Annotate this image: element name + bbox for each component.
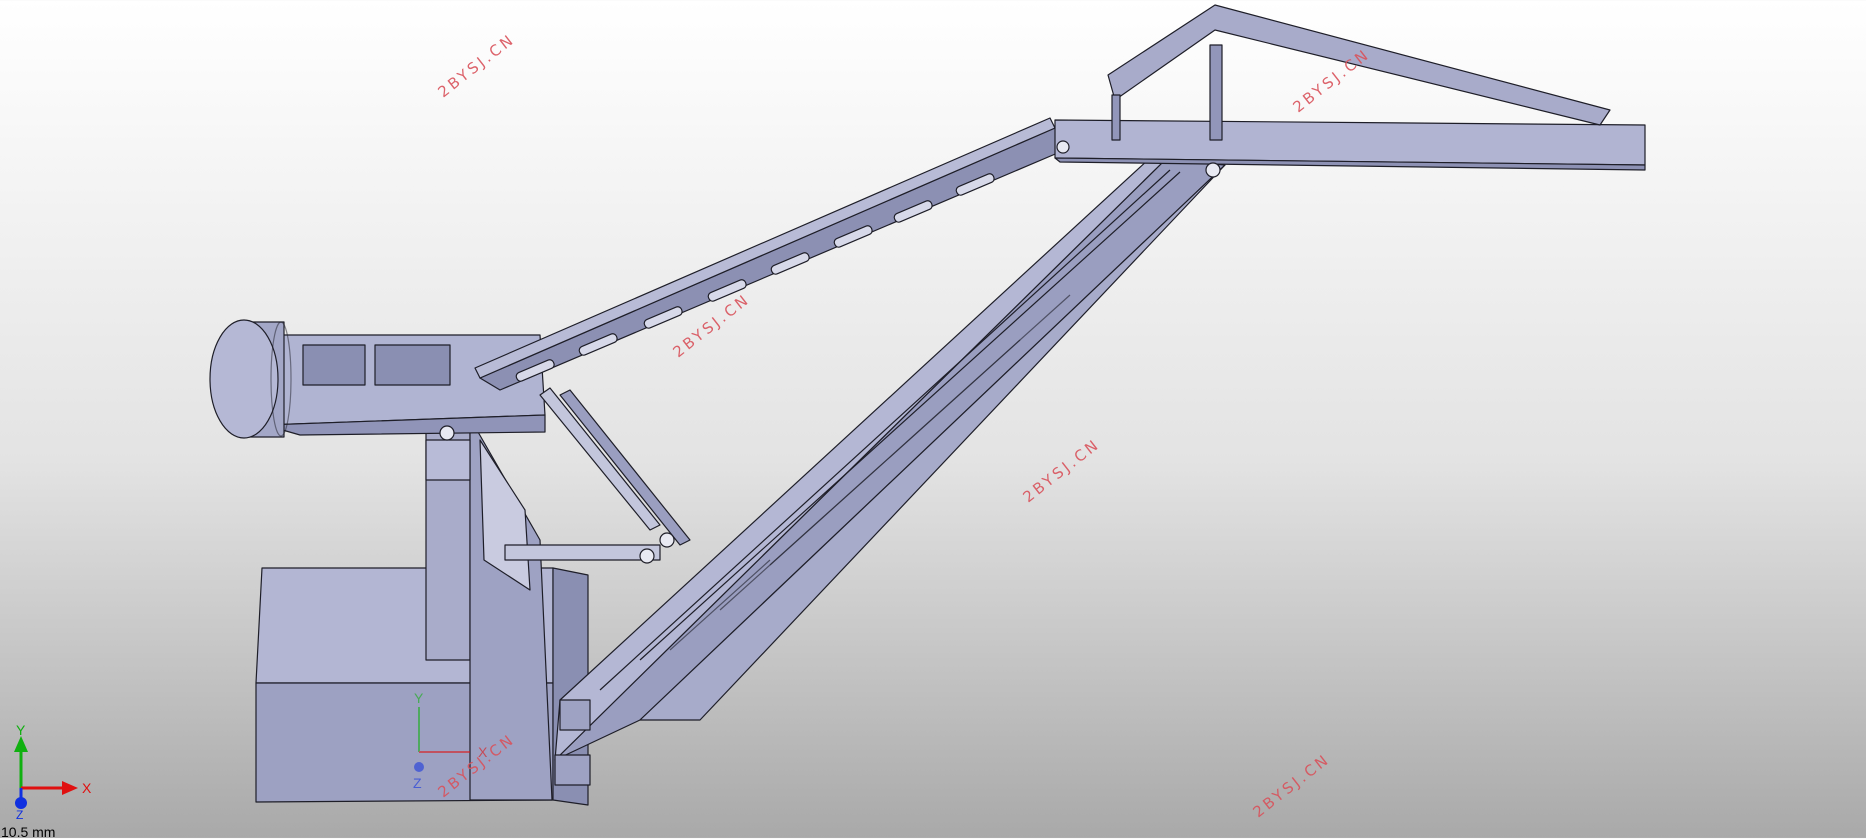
triad-x-label: X xyxy=(82,780,92,796)
triad-y-label: Y xyxy=(16,722,26,738)
axis-triad-icon[interactable] xyxy=(0,0,1866,838)
triad-z-label: Z xyxy=(16,808,24,822)
3d-viewport[interactable]: 2BYSJ.CN 2BYSJ.CN 2BYSJ.CN 2BYSJ.CN 2BYS… xyxy=(0,0,1866,840)
